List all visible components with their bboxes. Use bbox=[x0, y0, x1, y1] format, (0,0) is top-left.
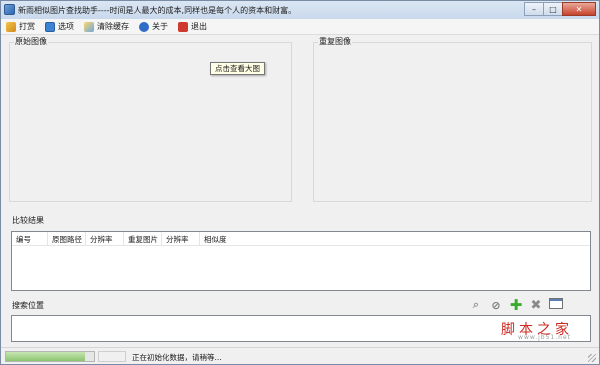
window-controls: – □ ✕ bbox=[524, 2, 596, 16]
column-header-similarity[interactable]: 相似度 bbox=[200, 232, 238, 246]
gift-icon bbox=[6, 21, 16, 32]
menu-item-options[interactable]: 选项 bbox=[45, 20, 74, 34]
close-button[interactable]: ✕ bbox=[562, 2, 596, 16]
watermark-url: www.jb51.net bbox=[518, 334, 571, 341]
options-icon bbox=[45, 21, 55, 32]
column-header-resolution[interactable]: 分辨率 bbox=[86, 232, 124, 246]
menu-item-exit[interactable]: 退出 bbox=[178, 20, 207, 34]
exit-icon bbox=[178, 21, 188, 32]
maximize-button[interactable]: □ bbox=[543, 2, 563, 16]
view-large-tooltip: 点击查看大图 bbox=[210, 62, 265, 75]
search-location-label: 搜索位置 bbox=[12, 301, 44, 310]
search-icon[interactable]: ⌕ bbox=[469, 298, 483, 312]
search-toolbar: ⌕ ⊘ ✚ ✖ bbox=[469, 296, 569, 314]
add-icon[interactable]: ✚ bbox=[509, 296, 523, 314]
app-icon bbox=[4, 4, 15, 15]
window-title: 新雨相似图片查找助手----时间是人最大的成本,同样也是每个人的资本和财富。 bbox=[18, 6, 297, 15]
column-header-id[interactable]: 编号 bbox=[12, 232, 48, 246]
menu-item-label: 选项 bbox=[58, 22, 74, 31]
menu-item-label: 清除缓存 bbox=[97, 22, 129, 31]
menu-item-label: 关于 bbox=[152, 22, 168, 31]
menu-item-clear-cache[interactable]: 清除缓存 bbox=[84, 20, 129, 34]
menu-item-label: 打赏 bbox=[19, 22, 35, 31]
broom-icon bbox=[84, 21, 94, 32]
status-bar: 正在初始化数据，请稍等... bbox=[1, 347, 599, 364]
menu-item-about[interactable]: 关于 bbox=[139, 20, 168, 34]
window-icon[interactable] bbox=[549, 298, 563, 309]
progress-bar bbox=[5, 351, 95, 362]
info-icon bbox=[139, 21, 149, 32]
results-table-header: 编号 原图路径 分辨率 重复图片 分辨率 相似度 bbox=[12, 232, 590, 246]
status-text: 正在初始化数据，请稍等... bbox=[132, 353, 222, 362]
column-header-original-path[interactable]: 原图路径 bbox=[48, 232, 86, 246]
status-cell bbox=[98, 351, 126, 362]
duplicate-image-label: 重复图像 bbox=[318, 36, 352, 47]
delete-icon[interactable]: ✖ bbox=[529, 298, 543, 313]
original-image-label: 原始图像 bbox=[14, 36, 48, 47]
title-bar[interactable]: 新雨相似图片查找助手----时间是人最大的成本,同样也是每个人的资本和财富。 –… bbox=[1, 1, 599, 19]
app-window: 新雨相似图片查找助手----时间是人最大的成本,同样也是每个人的资本和财富。 –… bbox=[0, 0, 600, 365]
column-header-duplicate-image[interactable]: 重复图片 bbox=[124, 232, 162, 246]
column-header-duplicate-resolution[interactable]: 分辨率 bbox=[162, 232, 200, 246]
duplicate-image-pane[interactable] bbox=[313, 42, 592, 202]
ban-icon[interactable]: ⊘ bbox=[489, 298, 503, 312]
progress-fill bbox=[6, 352, 86, 361]
results-label: 比较结果 bbox=[12, 216, 44, 225]
minimize-button[interactable]: – bbox=[524, 2, 544, 16]
menu-bar: 打赏 选项 清除缓存 关于 退出 bbox=[1, 19, 599, 35]
resize-grip-icon[interactable] bbox=[588, 354, 596, 362]
menu-item-reward[interactable]: 打赏 bbox=[6, 20, 35, 34]
results-table[interactable]: 编号 原图路径 分辨率 重复图片 分辨率 相似度 bbox=[11, 231, 591, 291]
menu-item-label: 退出 bbox=[191, 22, 207, 31]
